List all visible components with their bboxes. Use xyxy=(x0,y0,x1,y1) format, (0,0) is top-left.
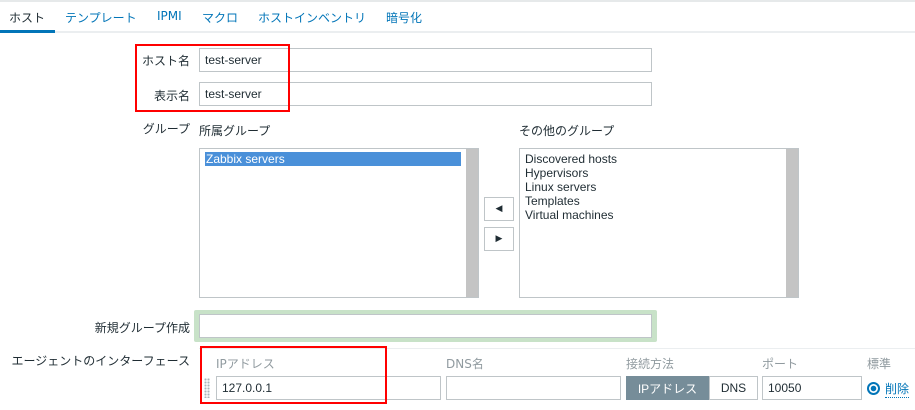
tab-macros[interactable]: マクロ xyxy=(202,9,238,26)
remove-link[interactable]: 削除 xyxy=(885,380,910,398)
tab-templates[interactable]: テンプレート xyxy=(65,9,137,26)
list-item[interactable]: Virtual machines xyxy=(525,208,793,222)
scrollbar[interactable] xyxy=(786,149,798,297)
tab-inventory[interactable]: ホストインベントリ xyxy=(258,9,366,26)
new-group-input[interactable] xyxy=(199,314,652,338)
tab-bar: ホスト テンプレート IPMI マクロ ホストインベントリ 暗号化 xyxy=(0,2,915,33)
tab-host[interactable]: ホスト xyxy=(9,9,45,26)
list-item[interactable]: Hypervisors xyxy=(525,166,793,180)
interfaces-label: エージェントのインターフェース xyxy=(11,354,190,368)
tab-ipmi[interactable]: IPMI xyxy=(157,9,182,23)
dns-header: DNS名 xyxy=(446,357,484,371)
list-item[interactable]: Zabbix servers xyxy=(205,152,461,166)
list-item[interactable]: Linux servers xyxy=(525,180,793,194)
port-input[interactable]: 10050 xyxy=(762,376,862,400)
arrow-left-icon: ◀ xyxy=(495,204,503,214)
dns-input[interactable] xyxy=(446,376,621,400)
move-left-button[interactable]: ◀ xyxy=(484,197,514,221)
scrollbar[interactable] xyxy=(466,149,478,297)
new-group-label: 新規グループ作成 xyxy=(94,321,190,335)
other-groups-list[interactable]: Discovered hosts Hypervisors Linux serve… xyxy=(519,148,799,298)
in-groups-label: 所属グループ xyxy=(199,124,271,138)
default-radio[interactable] xyxy=(867,382,880,395)
other-groups-label: その他のグループ xyxy=(519,124,615,138)
in-groups-list[interactable]: Zabbix servers xyxy=(199,148,479,298)
list-item[interactable]: Discovered hosts xyxy=(525,152,793,166)
default-header: 標準 xyxy=(867,357,892,371)
arrow-right-icon: ▶ xyxy=(495,234,503,244)
highlight-box xyxy=(200,346,387,404)
connect-dns-button[interactable]: DNS xyxy=(709,376,758,400)
groups-label: グループ xyxy=(142,122,190,136)
connect-ip-button[interactable]: IPアドレス xyxy=(626,376,709,400)
list-item[interactable]: Templates xyxy=(525,194,793,208)
port-header: ポート xyxy=(762,357,799,371)
connect-header: 接続方法 xyxy=(626,357,675,371)
move-right-button[interactable]: ▶ xyxy=(484,227,514,251)
highlight-box xyxy=(135,44,290,112)
tab-encryption[interactable]: 暗号化 xyxy=(386,9,422,26)
active-tab-indicator xyxy=(0,30,55,33)
